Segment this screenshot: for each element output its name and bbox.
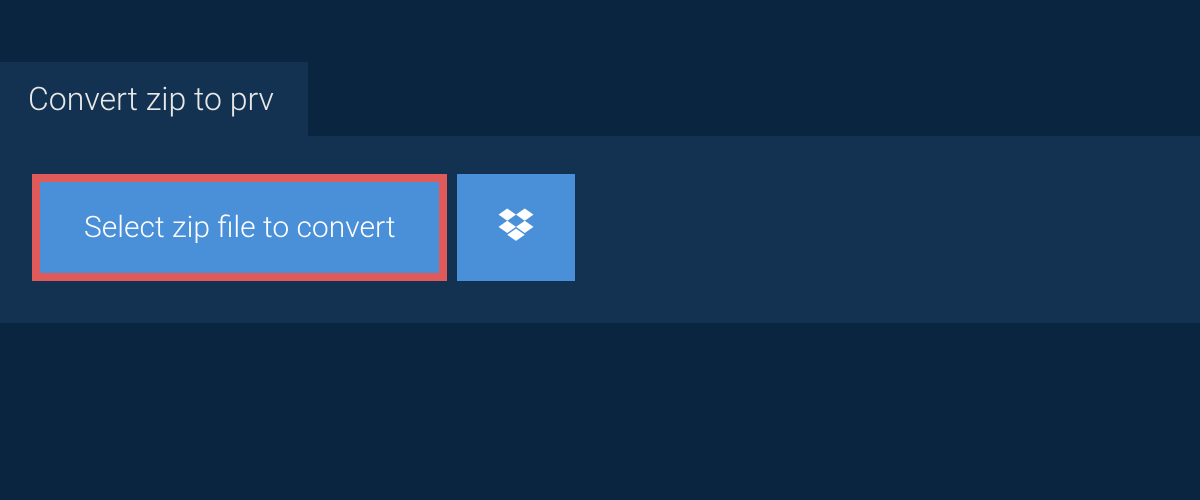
dropbox-button[interactable] <box>457 174 575 281</box>
tab-bar: Convert zip to prv <box>0 0 1200 136</box>
select-file-label: Select zip file to convert <box>84 210 395 245</box>
converter-panel: Select zip file to convert <box>0 136 1200 323</box>
button-row: Select zip file to convert <box>32 174 1168 281</box>
select-file-button[interactable]: Select zip file to convert <box>32 174 447 281</box>
tab-convert[interactable]: Convert zip to prv <box>0 62 308 136</box>
dropbox-icon <box>495 205 537 251</box>
tab-label: Convert zip to prv <box>28 80 274 118</box>
